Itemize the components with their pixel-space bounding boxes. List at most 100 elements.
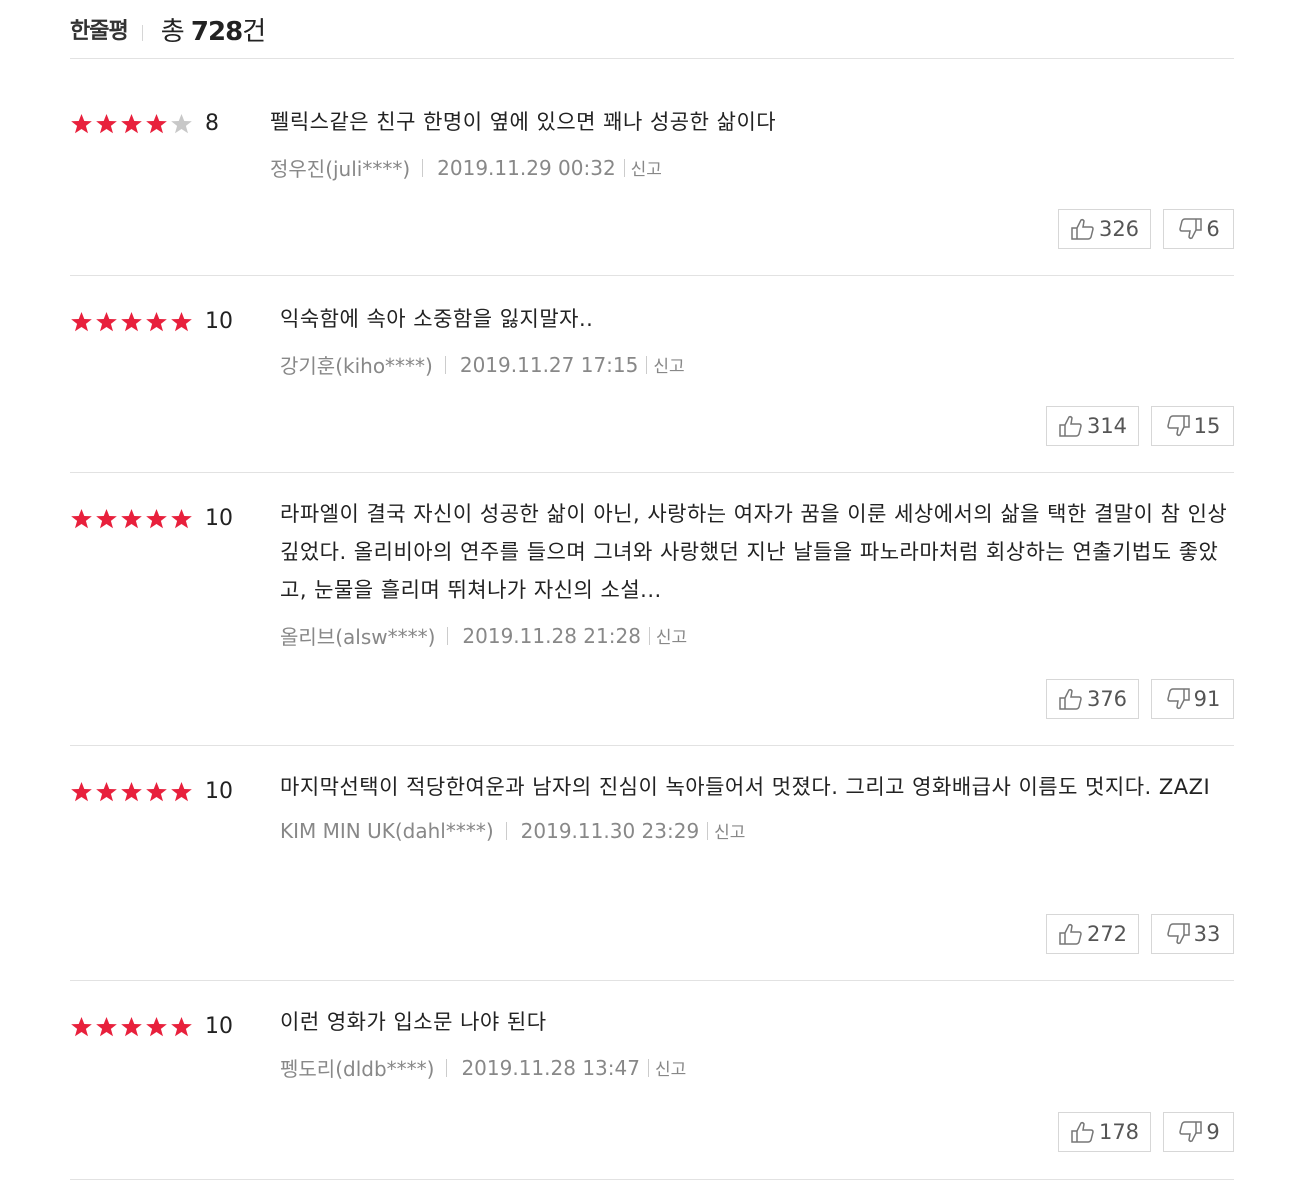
star-filled-icon bbox=[96, 508, 117, 528]
dislike-button[interactable]: 91 bbox=[1151, 679, 1234, 719]
thumbs-down-icon bbox=[1166, 415, 1190, 437]
rating-score: 8 bbox=[205, 111, 219, 136]
review-author: 정우진(juli****) bbox=[270, 157, 411, 181]
star-filled-icon bbox=[171, 311, 192, 331]
meta-divider bbox=[447, 626, 449, 645]
review-author: 강기훈(kiho****) bbox=[280, 354, 433, 378]
dislike-button[interactable]: 9 bbox=[1163, 1112, 1234, 1152]
like-button[interactable]: 314 bbox=[1046, 406, 1139, 446]
dislike-button[interactable]: 33 bbox=[1151, 914, 1234, 954]
star-filled-icon bbox=[121, 311, 142, 331]
review-text: 펠릭스같은 친구 한명이 옆에 있으면 꽤나 성공한 삶이다 bbox=[270, 110, 777, 134]
meta-divider bbox=[623, 158, 625, 177]
star-filled-icon bbox=[146, 508, 167, 528]
meta-divider bbox=[707, 821, 709, 840]
review-date: 2019.11.28 13:47 bbox=[461, 1055, 640, 1080]
thumbs-up-icon bbox=[1071, 218, 1094, 240]
dislike-button[interactable]: 15 bbox=[1151, 406, 1234, 446]
star-filled-icon bbox=[146, 311, 167, 331]
rating-score: 10 bbox=[205, 1014, 233, 1039]
star-rating bbox=[70, 113, 193, 135]
dislike-count: 91 bbox=[1193, 687, 1221, 711]
review-date: 2019.11.27 17:15 bbox=[459, 352, 639, 377]
review-text: 익숙함에 속아 소중함을 잃지말자.. bbox=[280, 307, 594, 331]
review-meta: 강기훈(kiho****) 2019.11.27 17:15 신고 bbox=[280, 350, 1234, 379]
dislike-count: 9 bbox=[1206, 1120, 1220, 1144]
rating: 10 bbox=[70, 506, 233, 531]
review-text: 라파엘이 결국 자신이 성공한 삶이 아닌, 사랑하는 여자가 꿈을 이룬 세상… bbox=[280, 502, 1228, 602]
meta-divider bbox=[446, 1058, 448, 1077]
review-meta: 올리브(alsw****) 2019.11.28 21:28 신고 bbox=[280, 621, 1234, 650]
rating-score: 10 bbox=[205, 779, 233, 804]
star-filled-icon bbox=[146, 1016, 167, 1036]
review-item: 10 이런 영화가 입소문 나야 된다 펭도리(dldb****) 2019.1… bbox=[70, 981, 1234, 1180]
review-item: 10 마지막선택이 적당한여운과 남자의 진심이 녹아들어서 멋졌다. 그리고 … bbox=[70, 746, 1234, 981]
count-prefix: 총 bbox=[160, 16, 191, 47]
rating: 10 bbox=[70, 779, 233, 804]
star-filled-icon bbox=[71, 1016, 92, 1036]
star-filled-icon bbox=[71, 311, 92, 331]
star-rating bbox=[70, 1016, 193, 1038]
rating-score: 10 bbox=[205, 506, 233, 531]
star-rating bbox=[70, 311, 193, 333]
like-button[interactable]: 272 bbox=[1046, 914, 1139, 954]
star-empty-icon bbox=[171, 113, 192, 133]
rating: 8 bbox=[70, 111, 219, 136]
dislike-count: 33 bbox=[1193, 922, 1221, 946]
star-filled-icon bbox=[121, 1016, 142, 1036]
thumbs-down-icon bbox=[1166, 923, 1190, 945]
review-text: 마지막선택이 적당한여운과 남자의 진심이 녹아들어서 멋졌다. 그리고 영화배… bbox=[280, 775, 1211, 799]
review-header: 한줄평 총 728건 bbox=[70, 0, 1234, 59]
thumbs-down-icon bbox=[1179, 218, 1203, 240]
star-filled-icon bbox=[96, 113, 117, 133]
dislike-button[interactable]: 6 bbox=[1163, 209, 1234, 249]
star-filled-icon bbox=[121, 113, 142, 133]
dislike-count: 6 bbox=[1206, 217, 1220, 241]
star-filled-icon bbox=[171, 781, 192, 801]
report-link[interactable]: 신고 bbox=[655, 1055, 686, 1080]
rating: 10 bbox=[70, 1014, 233, 1039]
review-content: 이런 영화가 입소문 나야 된다 펭도리(dldb****) 2019.11.2… bbox=[280, 1003, 1234, 1082]
like-count: 178 bbox=[1098, 1120, 1140, 1144]
review-content: 익숙함에 속아 소중함을 잃지말자.. 강기훈(kiho****) 2019.1… bbox=[280, 300, 1234, 379]
star-filled-icon bbox=[146, 113, 167, 133]
report-link[interactable]: 신고 bbox=[631, 155, 662, 180]
review-section: 한줄평 총 728건 8 펠릭스같은 친구 한명이 옆에 있으면 꽤나 성공한 … bbox=[70, 0, 1234, 1180]
review-item: 8 펠릭스같은 친구 한명이 옆에 있으면 꽤나 성공한 삶이다 정우진(jul… bbox=[70, 59, 1234, 276]
review-author: KIM MIN UK(dahl****) bbox=[280, 818, 494, 843]
review-date: 2019.11.30 23:29 bbox=[520, 818, 700, 843]
report-link[interactable]: 신고 bbox=[656, 623, 687, 648]
thumbs-down-icon bbox=[1166, 688, 1190, 710]
like-button[interactable]: 326 bbox=[1058, 209, 1151, 249]
star-filled-icon bbox=[121, 508, 142, 528]
count-suffix: 건 bbox=[242, 16, 266, 47]
vote-buttons: 272 33 bbox=[1046, 914, 1234, 954]
review-author: 펭도리(dldb****) bbox=[280, 1057, 435, 1081]
review-date: 2019.11.29 00:32 bbox=[437, 155, 616, 180]
review-item: 10 라파엘이 결국 자신이 성공한 삶이 아닌, 사랑하는 여자가 꿈을 이룬… bbox=[70, 473, 1234, 746]
like-count: 326 bbox=[1098, 217, 1140, 241]
star-filled-icon bbox=[96, 781, 117, 801]
meta-divider bbox=[422, 158, 424, 177]
section-title: 한줄평 bbox=[70, 19, 129, 44]
thumbs-up-icon bbox=[1071, 1121, 1094, 1143]
review-meta: 펭도리(dldb****) 2019.11.28 13:47 신고 bbox=[280, 1053, 1234, 1082]
meta-divider bbox=[647, 1058, 649, 1077]
report-link[interactable]: 신고 bbox=[653, 352, 684, 377]
star-filled-icon bbox=[171, 508, 192, 528]
like-button[interactable]: 376 bbox=[1046, 679, 1139, 719]
star-filled-icon bbox=[171, 1016, 192, 1036]
review-meta: KIM MIN UK(dahl****) 2019.11.30 23:29 신고 bbox=[280, 818, 1234, 844]
thumbs-up-icon bbox=[1059, 688, 1082, 710]
like-count: 376 bbox=[1086, 687, 1128, 711]
header-divider bbox=[141, 25, 143, 41]
like-count: 272 bbox=[1086, 922, 1128, 946]
rating: 10 bbox=[70, 309, 233, 334]
star-filled-icon bbox=[121, 781, 142, 801]
rating-score: 10 bbox=[205, 309, 233, 334]
like-button[interactable]: 178 bbox=[1058, 1112, 1151, 1152]
like-count: 314 bbox=[1086, 414, 1128, 438]
star-filled-icon bbox=[71, 508, 92, 528]
report-link[interactable]: 신고 bbox=[714, 818, 745, 843]
meta-divider bbox=[648, 626, 650, 645]
